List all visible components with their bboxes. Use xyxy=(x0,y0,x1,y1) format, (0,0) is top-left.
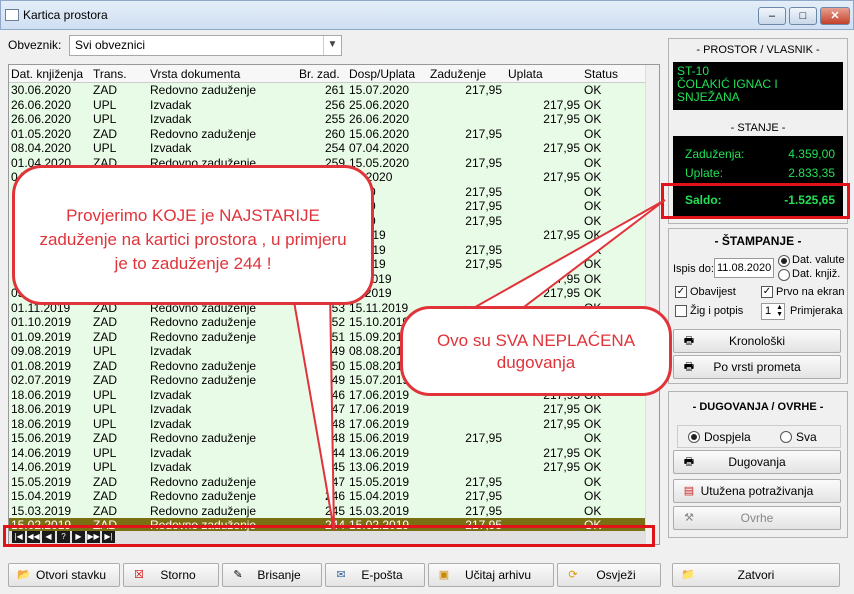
callout-oldest-debt: Provjerimo KOJE je NAJSTARIJE zaduženje … xyxy=(12,165,374,305)
callout-unpaid-debts: Ovo su SVA NEPLAĆENA dugovanja xyxy=(400,306,672,396)
callout-left-text: Provjerimo KOJE je NAJSTARIJE zaduženje … xyxy=(39,206,347,273)
right-callout-pointer xyxy=(466,199,666,311)
left-callout-pointer xyxy=(290,289,335,531)
callout-right-text: Ovo su SVA NEPLAĆENA dugovanja xyxy=(436,331,636,372)
